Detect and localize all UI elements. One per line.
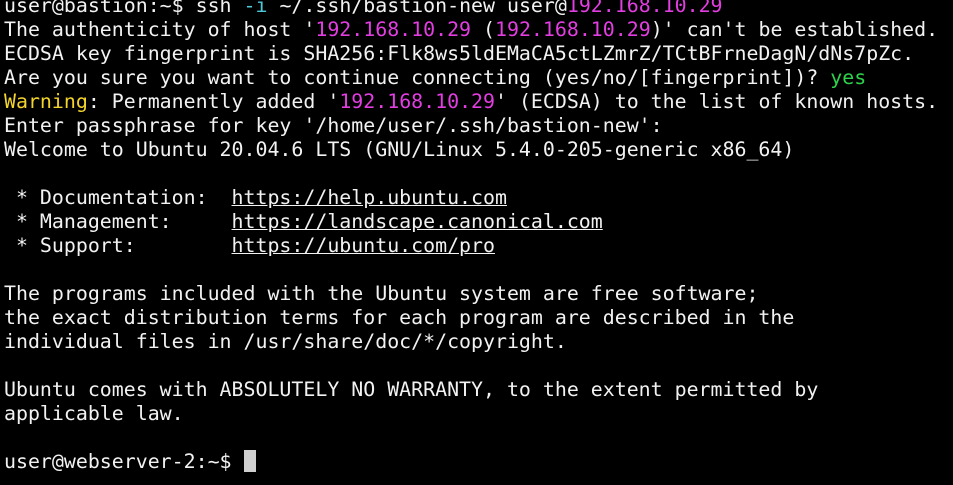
- link-line-support: * Support: https://ubuntu.com/pro: [4, 234, 953, 258]
- webserver-prompt: user@webserver-2:~$: [4, 450, 244, 473]
- link-label: * Documentation:: [4, 186, 232, 209]
- link-label: * Management:: [4, 210, 232, 233]
- auth-host-1: 192.168.10.29: [315, 18, 472, 41]
- link-label: * Support:: [4, 234, 232, 257]
- confirm-line: Are you sure you want to continue connec…: [4, 66, 953, 90]
- ssh-args: ~/.ssh/bastion-new user@: [267, 0, 567, 17]
- warranty-line: Ubuntu comes with ABSOLUTELY NO WARRANTY…: [4, 378, 819, 401]
- notice-line: The programs included with the Ubuntu sy…: [4, 282, 759, 305]
- fingerprint-line: ECDSA key fingerprint is SHA256:Flk8ws5l…: [4, 42, 915, 65]
- notice-line: the exact distribution terms for each pr…: [4, 306, 795, 329]
- warning-host: 192.168.10.29: [339, 90, 495, 113]
- auth-text-2: (: [471, 18, 495, 41]
- support-link[interactable]: https://ubuntu.com/pro: [232, 234, 495, 257]
- warranty-line: applicable law.: [4, 402, 184, 425]
- target-host: 192.168.10.29: [566, 0, 723, 17]
- confirm-answer: yes: [830, 66, 867, 89]
- warning-text-2: ' (ECDSA) to the list of known hosts.: [495, 90, 939, 113]
- warning-label: Warning: [4, 90, 88, 113]
- bastion-prompt: user@bastion:~$: [4, 0, 196, 17]
- authenticity-line: The authenticity of host '192.168.10.29 …: [4, 18, 953, 42]
- terminal-window[interactable]: user@bastion:~$ ssh -i ~/.ssh/bastion-ne…: [0, 0, 953, 485]
- ssh-command: ssh: [195, 0, 244, 17]
- link-line-management: * Management: https://landscape.canonica…: [4, 210, 953, 234]
- warning-text-1: : Permanently added ': [87, 90, 340, 113]
- auth-host-2: 192.168.10.29: [495, 18, 651, 41]
- management-link[interactable]: https://landscape.canonical.com: [232, 210, 603, 233]
- warning-line: Warning: Permanently added '192.168.10.2…: [4, 90, 953, 114]
- ssh-command-line: user@bastion:~$ ssh -i ~/.ssh/bastion-ne…: [4, 0, 953, 18]
- welcome-line: Welcome to Ubuntu 20.04.6 LTS (GNU/Linux…: [4, 138, 795, 161]
- auth-text-1: The authenticity of host ': [4, 18, 316, 41]
- notice-line: individual files in /usr/share/doc/*/cop…: [4, 330, 567, 353]
- link-line-documentation: * Documentation: https://help.ubuntu.com: [4, 186, 953, 210]
- passphrase-line: Enter passphrase for key '/home/user/.ss…: [4, 114, 663, 137]
- terminal-cursor: [243, 450, 256, 472]
- auth-text-3: )' can't be established.: [650, 18, 939, 41]
- confirm-question: Are you sure you want to continue connec…: [4, 66, 831, 89]
- documentation-link[interactable]: https://help.ubuntu.com: [232, 186, 507, 209]
- identity-flag: -i: [243, 0, 268, 17]
- final-prompt-line[interactable]: user@webserver-2:~$: [4, 450, 953, 474]
